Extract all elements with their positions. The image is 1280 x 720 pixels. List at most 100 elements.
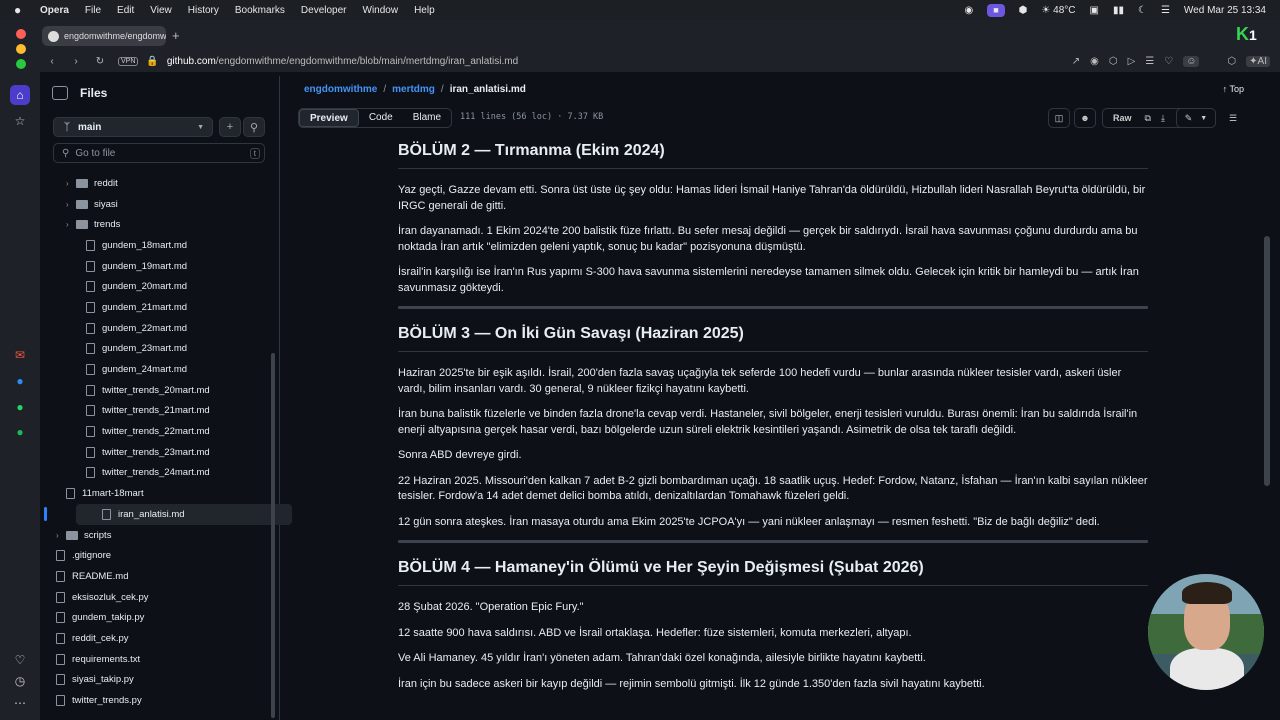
cube-icon[interactable]: ⬡ [1227,56,1236,67]
star-icon[interactable]: ☆ [10,111,30,131]
aria-ai-button[interactable]: ✦AI [1246,55,1270,67]
tree-file[interactable]: gundem_takip.py [40,607,272,628]
new-tab-button[interactable]: + [172,28,180,43]
tab-github[interactable]: engdomwithme/engdomwithme [42,26,166,46]
copilot-icon[interactable]: ◫ [1048,108,1070,128]
tree-file[interactable]: requirements.txt [40,649,272,670]
tree-file[interactable]: gundem_22mart.md [40,318,272,339]
menubar-clock[interactable]: Wed Mar 25 13:34 [1184,5,1266,16]
vpn-badge[interactable]: VPN [118,56,139,66]
send-icon[interactable]: ↗ [1072,56,1080,67]
control-center-icon[interactable]: ☰ [1161,5,1170,16]
home-icon[interactable]: ⌂ [10,85,30,105]
branch-selector[interactable]: ᛉ main ▼ [53,117,213,137]
card-icon[interactable]: ▣ [1090,5,1099,16]
shield-icon[interactable]: ⬡ [1109,56,1118,67]
reload-icon[interactable]: ↻ [88,56,112,67]
menu-window[interactable]: Window [363,5,399,16]
tree-item-label: eksisozluk_cek.py [72,591,149,603]
status-icon[interactable]: ◉ [965,5,974,16]
tree-file[interactable]: twitter_trends_21mart.md [40,401,272,422]
forward-icon[interactable]: › [64,56,88,67]
chevron-right-icon[interactable]: › [66,200,76,209]
menu-bookmarks[interactable]: Bookmarks [235,5,285,16]
tab-code[interactable]: Code [359,109,403,127]
list-icon[interactable]: ☰ [1145,56,1154,67]
gmail-icon[interactable]: ✉ [10,345,30,365]
battery-icon[interactable]: ▮▮ [1113,5,1124,16]
minimize-window-button[interactable] [16,44,26,54]
tree-file[interactable]: siyasi_takip.py [40,670,272,691]
messenger-icon[interactable]: ● [10,371,30,391]
tree-folder[interactable]: › scripts [40,525,272,546]
tree-file[interactable]: gundem_23mart.md [40,339,272,360]
tree-folder[interactable]: › trends [40,214,272,235]
menu-view[interactable]: View [150,5,172,16]
tab-blame[interactable]: Blame [403,109,451,127]
tree-file[interactable]: reddit_cek.py [40,628,272,649]
tree-file[interactable]: gundem_20mart.md [40,276,272,297]
tree-file[interactable]: gundem_21mart.md [40,297,272,318]
chevron-right-icon[interactable]: › [66,220,76,229]
tree-file[interactable]: gundem_24mart.md [40,359,272,380]
tree-file[interactable]: README.md [40,566,272,587]
screen-share-icon[interactable]: ■ [987,3,1005,17]
url-field[interactable]: github.com/engdomwithme/engdomwithme/blo… [167,56,518,67]
copy-icon[interactable]: ⧉ [1140,113,1156,124]
top-link[interactable]: ↑ Top [1223,84,1244,94]
tree-file[interactable]: iran_anlatisi.md [44,504,292,525]
download-icon[interactable]: ⤓ [1156,113,1170,124]
tree-folder[interactable]: › siyasi [40,194,272,215]
heart-icon[interactable]: ♡ [10,650,30,670]
menu-edit[interactable]: Edit [117,5,134,16]
menu-help[interactable]: Help [414,5,435,16]
menu-file[interactable]: File [85,5,101,16]
profile-badge-icon[interactable]: K1 [1236,24,1268,46]
tree-file[interactable]: 11mart-18mart [40,483,272,504]
sidebar-collapse-icon[interactable] [52,86,68,100]
menu-app-opera[interactable]: Opera [40,5,69,16]
play-icon[interactable]: ▷ [1128,56,1136,67]
file-icon [56,550,65,562]
add-file-button[interactable]: + [219,117,241,137]
more-icon[interactable]: ⋯ [10,693,30,713]
temperature-readout[interactable]: ☀ 48°C [1041,5,1075,16]
tree-file[interactable]: twitter_trends_24mart.md [40,463,272,484]
search-button[interactable]: ⚲ [243,117,265,137]
tree-file[interactable]: gundem_19mart.md [40,256,272,277]
camera-icon[interactable]: ◉ [1090,56,1099,67]
shield-status-icon[interactable]: ⬢ [1019,5,1028,16]
moon-icon[interactable]: ☾ [1138,5,1147,16]
chevron-right-icon[interactable]: › [56,531,66,540]
tree-file[interactable]: .gitignore [40,545,272,566]
agent-icon[interactable]: ☻ [1074,108,1096,128]
spotify-icon[interactable]: ● [10,422,30,442]
outline-icon[interactable]: ☰ [1222,108,1244,128]
back-icon[interactable]: ‹ [40,56,64,67]
chevron-right-icon[interactable]: › [66,179,76,188]
zoom-window-button[interactable] [16,59,26,69]
breadcrumb-repo-link[interactable]: engdomwithme [304,84,377,95]
tree-file[interactable]: gundem_18mart.md [40,235,272,256]
tree-folder[interactable]: › reddit [40,173,272,194]
tree-file[interactable]: eksisozluk_cek.py [40,587,272,608]
tab-preview[interactable]: Preview [299,109,359,127]
close-window-button[interactable] [16,29,26,39]
account-icon[interactable]: ☺ [1183,55,1200,67]
tree-file[interactable]: twitter_trends.py [40,690,272,711]
menu-history[interactable]: History [188,5,219,16]
favorite-icon[interactable]: ♡ [1164,56,1173,67]
file-tree-scrollbar[interactable] [271,353,275,718]
raw-button[interactable]: Raw [1103,113,1140,123]
breadcrumb-dir-link[interactable]: mertdmg [392,84,435,95]
go-to-file-input[interactable]: ⚲ Go to file t [53,143,265,163]
menu-developer[interactable]: Developer [301,5,347,16]
apple-menu-icon[interactable]: ● [14,3,28,17]
tree-file[interactable]: twitter_trends_22mart.md [40,421,272,442]
history-icon[interactable]: ◷ [10,671,30,691]
tree-file[interactable]: twitter_trends_23mart.md [40,442,272,463]
page-scrollbar[interactable] [1264,236,1270,486]
edit-button[interactable]: ✎ ▼ [1176,108,1216,128]
tree-file[interactable]: twitter_trends_20mart.md [40,380,272,401]
whatsapp-icon[interactable]: ● [10,397,30,417]
